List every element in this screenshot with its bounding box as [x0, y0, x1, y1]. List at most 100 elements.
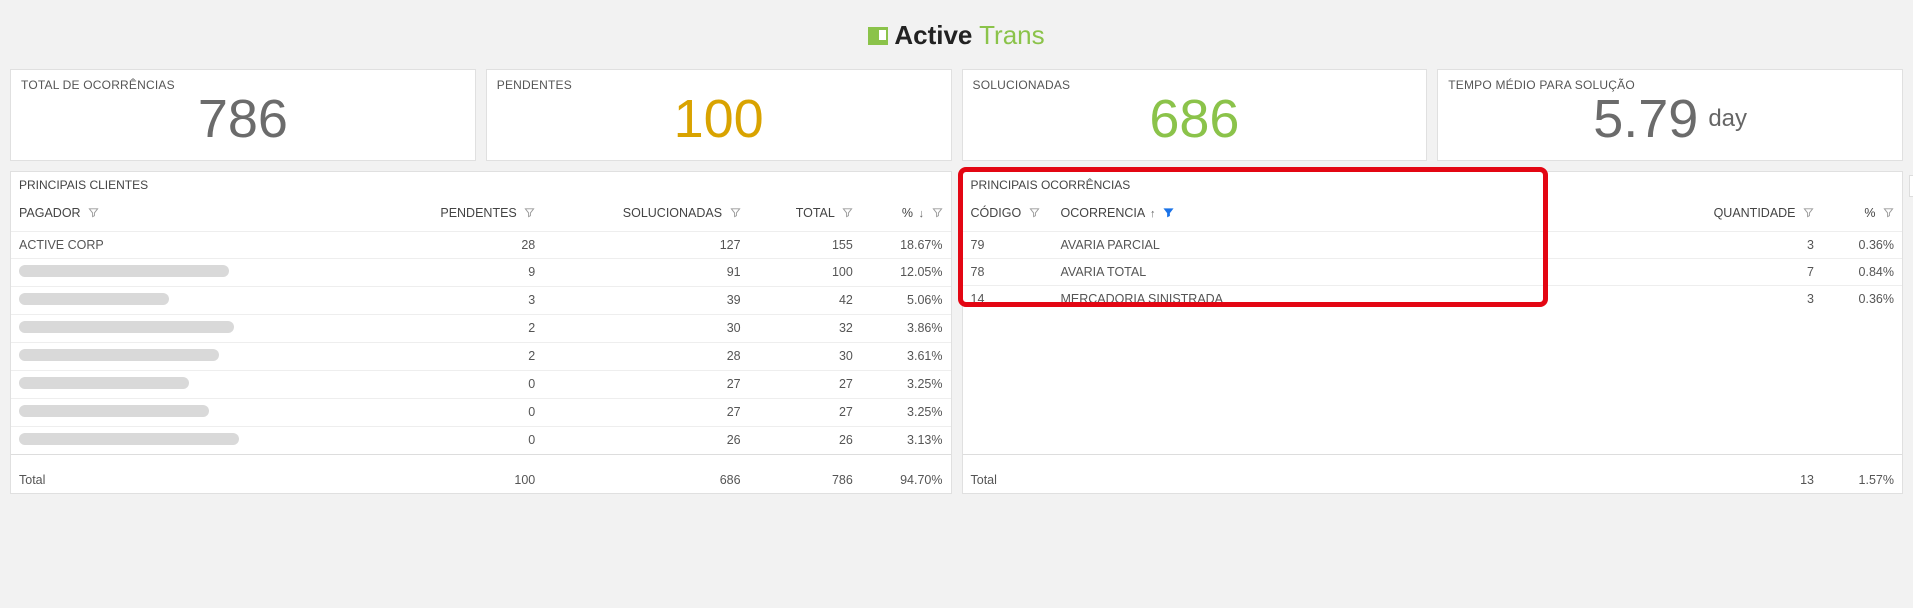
cell-percent: 3.86%: [861, 314, 951, 342]
redacted-text: [19, 349, 219, 361]
table-row[interactable]: ACTIVE CORP2812715518.67%: [11, 231, 951, 258]
cell-percent: 3.61%: [861, 342, 951, 370]
col-total[interactable]: TOTAL: [749, 200, 861, 231]
cell-ocorrencia: MERCADORIA SINISTRADA: [1053, 285, 1683, 312]
redacted-text: [19, 293, 169, 305]
cell-percent: 12.05%: [861, 258, 951, 286]
table-row[interactable]: 027273.25%: [11, 398, 951, 426]
table-row[interactable]: 79AVARIA PARCIAL30.36%: [963, 231, 1903, 258]
cell-pendentes: 9: [373, 258, 543, 286]
cell-pendentes: 3: [373, 286, 543, 314]
cell-ocorrencia: AVARIA TOTAL: [1053, 258, 1683, 285]
kpi-value: 5.79: [1593, 92, 1698, 146]
cell-codigo: 78: [963, 258, 1053, 285]
kpi-card: TOTAL DE OCORRÊNCIAS786: [10, 69, 476, 161]
filter-icon[interactable]: [524, 207, 535, 221]
filter-icon-active[interactable]: [1163, 207, 1174, 221]
col-solucionadas[interactable]: SOLUCIONADAS: [543, 200, 748, 231]
table-row[interactable]: 78AVARIA TOTAL70.84%: [963, 258, 1903, 285]
panel-clients: PRINCIPAIS CLIENTES PAGADOR PENDENTES SO…: [10, 171, 952, 494]
filter-icon[interactable]: [932, 207, 943, 221]
cell-codigo: 14: [963, 285, 1053, 312]
table-row[interactable]: 027273.25%: [11, 370, 951, 398]
cell-solucionadas: 28: [543, 342, 748, 370]
table-row[interactable]: 228303.61%: [11, 342, 951, 370]
clients-total-pend: 100: [373, 454, 543, 493]
cell-percent: 3.13%: [861, 426, 951, 454]
col-pagador[interactable]: PAGADOR: [11, 200, 373, 231]
col-quantidade-label: QUANTIDADE: [1714, 206, 1796, 220]
occurrences-total-row: Total 13 1.57%: [963, 454, 1903, 493]
kpi-value-wrap: 5.79day: [1448, 92, 1892, 146]
cell-quantidade: 7: [1682, 258, 1822, 285]
cell-total: 100: [749, 258, 861, 286]
col-quantidade[interactable]: QUANTIDADE: [1682, 200, 1822, 231]
kpi-value-wrap: 686: [973, 92, 1417, 146]
cell-total: 27: [749, 370, 861, 398]
cell-pagador: [11, 342, 373, 370]
panel-occurrences-wrap: PRINCIPAIS OCORRÊNCIAS CÓDIGO OCORRENCIA…: [962, 171, 1904, 494]
cell-codigo: 79: [963, 231, 1053, 258]
logo-bar: Active Trans: [0, 0, 1913, 69]
cell-quantidade: 3: [1682, 231, 1822, 258]
cell-pendentes: 2: [373, 314, 543, 342]
cell-pagador: ACTIVE CORP: [11, 231, 373, 258]
cell-percent: 3.25%: [861, 370, 951, 398]
table-row[interactable]: 99110012.05%: [11, 258, 951, 286]
logo-text: Active Trans: [894, 20, 1044, 51]
cell-percent: 0.36%: [1822, 231, 1902, 258]
cell-pagador: [11, 314, 373, 342]
clients-total-label: Total: [11, 454, 373, 493]
cell-solucionadas: 27: [543, 370, 748, 398]
logo-text-light: Trans: [972, 20, 1044, 50]
filter-icon[interactable]: [1029, 207, 1040, 221]
kpi-row: TOTAL DE OCORRÊNCIAS786PENDENTES100SOLUC…: [0, 69, 1913, 161]
filter-icon[interactable]: [730, 207, 741, 221]
cell-quantidade: 3: [1682, 285, 1822, 312]
cell-percent: 0.84%: [1822, 258, 1902, 285]
table-row[interactable]: 026263.13%: [11, 426, 951, 454]
cell-total: 32: [749, 314, 861, 342]
cell-pendentes: 0: [373, 426, 543, 454]
col-percent[interactable]: %: [1822, 200, 1902, 231]
sort-desc-icon[interactable]: ↓: [919, 208, 925, 220]
col-codigo[interactable]: CÓDIGO: [963, 200, 1053, 231]
col-ocorrencia[interactable]: OCORRENCIA ↑: [1053, 200, 1683, 231]
panel-clients-title: PRINCIPAIS CLIENTES: [11, 172, 951, 200]
occ-total-label: Total: [963, 454, 1053, 493]
cell-ocorrencia: AVARIA PARCIAL: [1053, 231, 1683, 258]
redacted-text: [19, 405, 209, 417]
kpi-card: TEMPO MÉDIO PARA SOLUÇÃO5.79day: [1437, 69, 1903, 161]
cell-solucionadas: 91: [543, 258, 748, 286]
col-percent-label: %: [902, 206, 913, 220]
filter-icon[interactable]: [88, 207, 99, 221]
kpi-value-wrap: 100: [497, 92, 941, 146]
cell-solucionadas: 26: [543, 426, 748, 454]
col-pendentes[interactable]: PENDENTES: [373, 200, 543, 231]
cell-percent: 0.36%: [1822, 285, 1902, 312]
cell-total: 27: [749, 398, 861, 426]
clients-total-row: Total 100 686 786 94.70%: [11, 454, 951, 493]
col-percent-label: %: [1864, 206, 1875, 220]
sort-asc-icon[interactable]: ↑: [1150, 208, 1156, 220]
filter-icon[interactable]: [1883, 207, 1894, 221]
panel-menu-button[interactable]: ⋮: [1909, 175, 1913, 197]
col-solucionadas-label: SOLUCIONADAS: [623, 206, 722, 220]
bottom-row: PRINCIPAIS CLIENTES PAGADOR PENDENTES SO…: [0, 161, 1913, 494]
cell-pendentes: 2: [373, 342, 543, 370]
col-percent[interactable]: % ↓: [861, 200, 951, 231]
table-row[interactable]: 14MERCADORIA SINISTRADA30.36%: [963, 285, 1903, 312]
col-pendentes-label: PENDENTES: [440, 206, 516, 220]
cell-solucionadas: 30: [543, 314, 748, 342]
kpi-value-wrap: 786: [21, 92, 465, 146]
cell-pagador: [11, 426, 373, 454]
filter-icon[interactable]: [842, 207, 853, 221]
table-row[interactable]: 230323.86%: [11, 314, 951, 342]
filter-icon[interactable]: [1803, 207, 1814, 221]
panel-occurrences: PRINCIPAIS OCORRÊNCIAS CÓDIGO OCORRENCIA…: [962, 171, 1904, 494]
col-total-label: TOTAL: [796, 206, 835, 220]
table-row[interactable]: 339425.06%: [11, 286, 951, 314]
cell-pagador: [11, 258, 373, 286]
redacted-text: [19, 433, 239, 445]
cell-pendentes: 28: [373, 231, 543, 258]
